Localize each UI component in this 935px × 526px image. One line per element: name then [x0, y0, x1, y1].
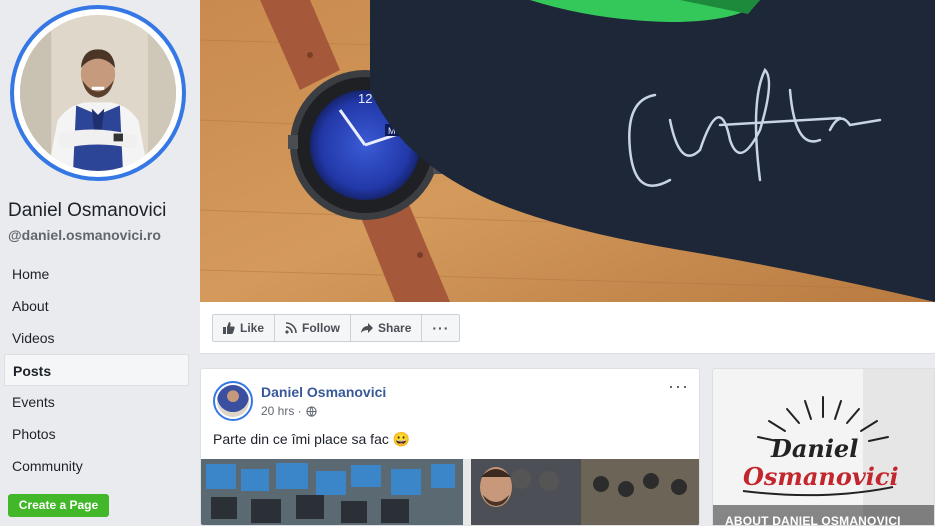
more-icon: ··· — [432, 320, 450, 336]
follow-label: Follow — [302, 321, 341, 335]
watch-hour-label: 12 — [358, 91, 372, 106]
logo-last-name: Osmanovici — [743, 462, 899, 491]
post-meta: 20 hrs · — [261, 404, 317, 418]
page-username[interactable]: @daniel.osmanovici.ro — [8, 227, 161, 243]
share-label: Share — [378, 321, 412, 335]
nav-item-home[interactable]: Home — [4, 258, 189, 290]
about-card-label: ABOUT DANIEL OSMANOVICI — [725, 514, 901, 526]
like-page-button[interactable]: Like — [212, 314, 276, 342]
post-timestamp[interactable]: 20 hrs · — [261, 404, 302, 418]
follow-page-button[interactable]: Follow — [274, 314, 352, 342]
page-actions: Like Follow Share ··· — [212, 314, 461, 342]
like-label: Like — [240, 321, 265, 335]
post-options-button[interactable]: ··· — [668, 377, 689, 395]
profile-picture[interactable] — [10, 5, 186, 181]
nav-item-videos[interactable]: Videos — [4, 322, 189, 354]
post-photo[interactable] — [201, 459, 699, 525]
avatar — [20, 15, 176, 171]
post-author-name[interactable]: Daniel Osmanovici — [261, 384, 386, 400]
page-sidebar: Daniel Osmanovici @daniel.osmanovici.ro … — [0, 0, 200, 526]
logo-first-name: Daniel — [770, 434, 858, 463]
create-page-button[interactable]: Create a Page — [8, 494, 109, 517]
share-arrow-icon — [361, 323, 374, 333]
nav-item-about[interactable]: About — [4, 290, 189, 322]
about-card-logo: Daniel Osmanovici — [713, 369, 934, 525]
thumbs-up-icon — [223, 322, 235, 334]
page-title[interactable]: Daniel Osmanovici — [8, 200, 166, 222]
nav-item-events[interactable]: Events — [4, 386, 189, 418]
nav-item-community[interactable]: Community — [4, 450, 189, 482]
page-nav: Home About Videos Posts Events Photos Co… — [4, 258, 189, 482]
rss-icon — [285, 322, 297, 334]
post-author-avatar[interactable] — [213, 381, 253, 421]
nav-item-posts[interactable]: Posts — [4, 354, 189, 386]
feed-post: Daniel Osmanovici 20 hrs · ··· Parte din… — [200, 368, 700, 526]
about-card[interactable]: Daniel Osmanovici ABOUT DANIEL OSMANOVIC… — [712, 368, 935, 526]
share-page-button[interactable]: Share — [350, 314, 423, 342]
post-text: Parte din ce îmi place sa fac 😀 — [213, 431, 411, 447]
page-action-bar: Like Follow Share ··· — [200, 302, 935, 354]
globe-icon[interactable] — [306, 405, 317, 417]
cover-photo[interactable]: 12 MON 20 — [200, 0, 935, 302]
nav-item-photos[interactable]: Photos — [4, 418, 189, 450]
more-options-button[interactable]: ··· — [421, 314, 461, 342]
